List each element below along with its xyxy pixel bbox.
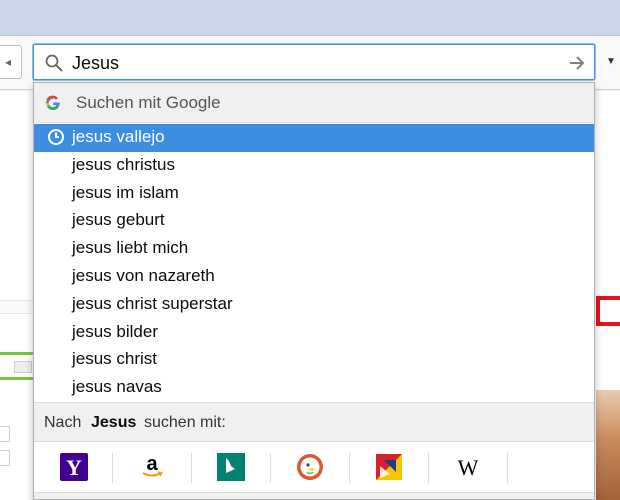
search-with-row: Nach Jesus suchen mit: — [34, 402, 594, 442]
suggestion-text: jesus geburt — [72, 210, 165, 230]
svg-text:W: W — [458, 455, 479, 480]
page-fragment — [0, 426, 10, 442]
window-titlebar — [0, 0, 620, 36]
search-with-query: Jesus — [91, 414, 137, 431]
search-with-prefix: Nach — [44, 414, 82, 431]
suggestion-item[interactable]: jesus bilder — [34, 319, 594, 347]
google-icon — [46, 95, 60, 110]
search-suggestions-popup: Suchen mit Google jesus vallejo jesus ch… — [33, 82, 595, 500]
svg-text:Y: Y — [66, 455, 82, 480]
engine-separator — [191, 453, 192, 483]
search-icon — [45, 54, 63, 72]
suggestion-item[interactable]: jesus christus — [34, 152, 594, 180]
engine-separator — [428, 453, 429, 483]
suggestion-item[interactable]: jesus vallejo — [34, 124, 594, 152]
popup-footer — [34, 492, 594, 499]
svg-text:a: a — [146, 453, 158, 475]
leo-dictionary-icon[interactable] — [374, 452, 404, 482]
suggestion-item[interactable]: jesus navas — [34, 374, 594, 402]
chevron-down-icon[interactable]: ▼ — [606, 56, 616, 67]
suggestion-text: jesus navas — [72, 377, 162, 397]
suggestion-item[interactable]: jesus christ — [34, 346, 594, 374]
suggestion-text: jesus christus — [72, 154, 175, 174]
page-fragment-red — [596, 296, 620, 326]
engine-separator — [270, 453, 271, 483]
bing-icon[interactable] — [216, 452, 246, 482]
history-icon — [48, 129, 64, 145]
engine-separator — [112, 453, 113, 483]
yahoo-icon[interactable]: Y — [59, 452, 89, 482]
page-fragment-green — [0, 352, 36, 380]
search-with-google-row[interactable]: Suchen mit Google — [34, 83, 594, 123]
suggestion-item[interactable]: jesus geburt — [34, 207, 594, 235]
search-input[interactable] — [72, 51, 552, 75]
suggestion-text: jesus von nazareth — [72, 265, 215, 285]
suggestion-text: jesus im islam — [72, 182, 179, 202]
engine-separator — [349, 453, 350, 483]
suggestion-item[interactable]: jesus liebt mich — [34, 235, 594, 263]
engine-separator — [507, 453, 508, 483]
suggestion-list: jesus vallejo jesus christus jesus im is… — [34, 124, 594, 402]
suggestion-text: jesus liebt mich — [72, 238, 189, 258]
page-fragment — [0, 450, 10, 466]
search-bar[interactable] — [33, 44, 595, 80]
suggestion-text: jesus vallejo — [72, 127, 165, 146]
wikipedia-icon[interactable]: W — [453, 452, 483, 482]
search-with-suffix: suchen mit: — [144, 414, 226, 431]
toolbar-button[interactable]: ◂ — [0, 45, 22, 79]
duckduckgo-icon[interactable] — [295, 452, 325, 482]
suggestion-text: jesus christ superstar — [72, 293, 233, 313]
arrow-right-icon[interactable] — [567, 53, 587, 73]
page-photo — [596, 390, 620, 500]
suggestion-item[interactable]: jesus im islam — [34, 180, 594, 208]
suggestion-item[interactable]: jesus von nazareth — [34, 263, 594, 291]
suggestion-text: jesus bilder — [72, 321, 158, 341]
suggestion-text: jesus christ — [72, 349, 158, 369]
search-with-google-label: Suchen mit Google — [76, 93, 221, 112]
amazon-icon[interactable]: a — [137, 452, 167, 482]
one-off-search-engines: Y a W — [34, 443, 594, 499]
page-fragment — [0, 300, 34, 314]
toolbar-button-icon: ◂ — [5, 55, 12, 69]
suggestion-item[interactable]: jesus christ superstar — [34, 291, 594, 319]
